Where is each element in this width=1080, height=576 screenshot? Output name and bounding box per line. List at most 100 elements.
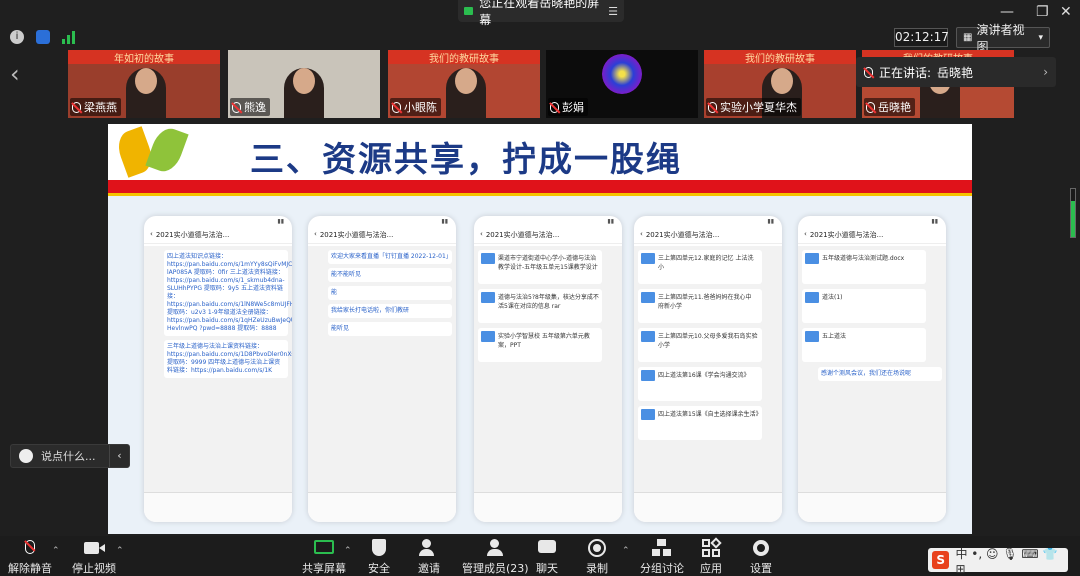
chat-message: 感谢个测风会议，我们还在场说呢 [818, 367, 942, 381]
phone-chat-body: 五年级道德与法治测试题.docx 道法(1) 五上道法 感谢个测风会议，我们还在场说呢 [798, 246, 946, 492]
folder-icon [641, 370, 655, 381]
stop-video-button[interactable]: 停止视频 [72, 538, 116, 576]
chat-input[interactable]: 说点什么... ‹ [10, 444, 130, 468]
folder-icon [805, 253, 819, 264]
phone-screenshot: ▮▮ ‹ 2021实小道德与法治... 欢迎大家来看直播「钉钉直播 2022-12-0… [308, 216, 456, 522]
ime-status: 中 •, ☺ 🎙 ⌨ 👕 ⊞ [955, 546, 1058, 576]
chevron-up-icon[interactable]: ⌃ [344, 546, 352, 556]
participant-name: 实验小学夏华杰 [720, 101, 797, 114]
collapse-chat-icon[interactable]: ‹ [109, 445, 129, 467]
mic-muted-icon [708, 101, 717, 113]
chevron-up-icon[interactable]: ⌃ [52, 546, 60, 556]
prev-page-icon[interactable]: ‹ [10, 60, 20, 88]
phone-chat-title: 2021实小道德与法治... [809, 231, 884, 239]
file-message: 三上第四单元10.父母多爱我石岛实验小学 [638, 328, 762, 362]
phone-chat-body: 渠道市宁道街道中心学小-道德与法治教学设计-五年级五单元15课教学设计 道德与法治… [474, 246, 622, 492]
chat-icon [537, 538, 557, 558]
menu-icon[interactable]: ☰ [608, 5, 618, 18]
mic-muted-icon [866, 101, 875, 113]
ime-toolbar[interactable]: S 中 •, ☺ 🎙 ⌨ 👕 ⊞ [928, 547, 1068, 576]
phone-status-bar: ▮▮ [277, 218, 284, 225]
camera-icon [464, 7, 474, 15]
file-message: 渠道市宁道街道中心学小-道德与法治教学设计-五年级五单元15课教学设计 [478, 250, 602, 284]
slide-yellow-line [108, 193, 972, 196]
folder-icon [641, 253, 655, 264]
phone-chat-body: 三上第四单元12.家庭的记忆 上法洗小 三上第四单元11.爸爸妈妈在我心中 府新小… [634, 246, 782, 492]
phone-chat-title: 2021实小道德与法治... [645, 231, 720, 239]
scroll-indicator[interactable] [1070, 188, 1076, 238]
phone-chat-title: 2021实小道德与法治... [319, 231, 394, 239]
file-message: 四上道法第15课《自主选择课余生活》 [638, 406, 762, 440]
file-name: 渠道市宁道街道中心学小-道德与法治教学设计-五年级五单元15课教学设计 [498, 255, 598, 271]
folder-icon [481, 292, 495, 303]
file-name: 三上第四单元12.家庭的记忆 上法洗小 [658, 255, 754, 271]
emoji-icon[interactable] [19, 449, 33, 463]
participant-tile[interactable]: 我们的教研故事 小眼陈 [388, 50, 540, 118]
apps-button[interactable]: 应用 [700, 537, 722, 576]
meeting-timer: 02:12:17 [894, 28, 949, 47]
mandala-avatar [602, 54, 642, 94]
stop-video-label: 停止视频 [72, 562, 116, 575]
phone-status-bar: ▮▮ [441, 218, 448, 225]
info-icon[interactable]: i [10, 30, 24, 44]
file-name: 道德与法治5?8年级集，核达分享成不活5课在对应的信息 rar [498, 294, 599, 310]
file-message: 五上道法 [802, 328, 926, 362]
participant-tile[interactable]: 熊逸 [228, 50, 380, 118]
breakout-icon [652, 538, 672, 558]
signal-icon[interactable] [62, 30, 75, 44]
slide-red-band [108, 180, 972, 193]
security-button[interactable]: 安全 [368, 538, 390, 576]
chevron-right-icon[interactable]: › [1043, 65, 1056, 79]
chat-message: 能不能听见 [328, 268, 452, 282]
participant-name: 熊逸 [244, 101, 266, 114]
phone-input-bar [634, 492, 782, 522]
chat-message: 能听见 [328, 322, 452, 336]
participant-tile[interactable]: 年如初的故事 梁燕燕 [68, 50, 220, 118]
tile-banner-text: 我们的教研故事 [429, 54, 499, 65]
participant-tile[interactable]: 彭娟 [546, 50, 698, 118]
file-message: 道德与法治5?8年级集，核达分享成不活5课在对应的信息 rar [478, 289, 602, 323]
file-name: 实验小学智慧校 五年级第六单元教案，PPT [498, 333, 590, 349]
shield-icon[interactable] [36, 30, 50, 44]
manage-members-button[interactable]: 管理成员(23) [462, 538, 529, 576]
file-name: 三上第四单元10.父母多爱我石岛实验小学 [658, 333, 758, 349]
back-icon: ‹ [480, 230, 483, 238]
grid-icon: ▦ [963, 32, 973, 43]
manage-members-label: 管理成员(23) [462, 562, 529, 575]
participant-face [455, 68, 477, 94]
chat-label: 聊天 [536, 562, 558, 575]
invite-button[interactable]: 邀请 [418, 538, 440, 576]
back-icon: ‹ [640, 230, 643, 238]
participant-face [771, 68, 793, 94]
chat-message: 我给家长打电话啦，你们教研 [328, 304, 452, 318]
file-name: 道法(1) [822, 294, 843, 301]
breakout-button[interactable]: 分组讨论 [640, 538, 684, 576]
phone-input-bar [144, 492, 292, 522]
chat-message: 三年级上道德与法治上课资料链接：https://pan.baidu.com/s/… [164, 340, 292, 378]
chevron-up-icon[interactable]: ⌃ [116, 546, 124, 556]
mic-muted-icon [550, 101, 559, 113]
gear-icon [751, 538, 771, 558]
tile-banner-text: 年如初的故事 [114, 54, 174, 65]
view-mode-button[interactable]: ▦ 演讲者视图 ▾ [956, 23, 1050, 54]
share-screen-button[interactable]: 共享屏幕 [302, 538, 346, 576]
participant-tile[interactable]: 我们的教研故事 实验小学夏华杰 [704, 50, 856, 118]
chevron-up-icon[interactable]: ⌃ [622, 546, 630, 556]
meeting-toolbar: 解除静音 ⌃ 停止视频 ⌃ 共享屏幕 ⌃ 安全 邀请 管理成员(23) 聊天 录… [0, 536, 1080, 576]
participant-name-tag: 岳晓艳 [864, 98, 915, 116]
folder-icon [481, 253, 495, 264]
phone-chat-header: ‹ 2021实小道德与法治... [798, 228, 946, 244]
chat-button[interactable]: 聊天 [536, 538, 558, 576]
file-message: 道法(1) [802, 289, 926, 323]
slide-header: 三、资源共享，拧成一股绳 [108, 124, 972, 180]
record-icon [587, 538, 607, 558]
close-icon[interactable]: ✕ [1060, 4, 1072, 20]
restore-icon[interactable]: ❐ [1036, 4, 1049, 20]
participant-name: 岳晓艳 [878, 101, 911, 114]
back-icon: ‹ [314, 230, 317, 238]
record-button[interactable]: 录制 [586, 538, 608, 576]
unmute-button[interactable]: 解除静音 [8, 538, 52, 576]
minimize-icon[interactable]: — [1000, 4, 1014, 20]
folder-icon [641, 409, 655, 420]
settings-button[interactable]: 设置 [750, 538, 772, 576]
